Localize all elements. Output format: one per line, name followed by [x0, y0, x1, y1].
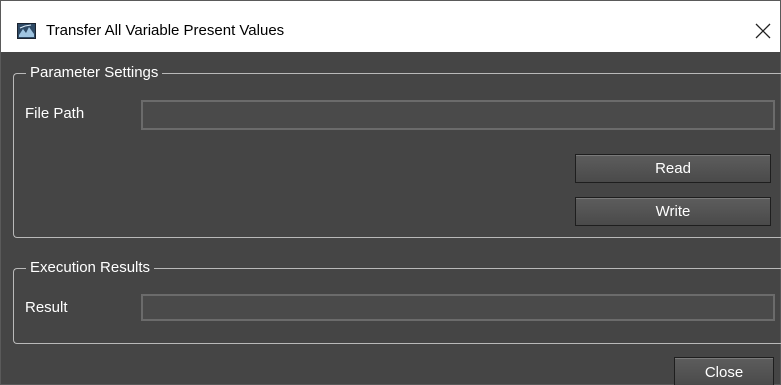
parameter-settings-legend: Parameter Settings [26, 64, 163, 82]
write-button[interactable]: Write [575, 197, 771, 226]
read-button[interactable]: Read [575, 154, 771, 183]
result-field[interactable] [141, 294, 775, 321]
execution-results-legend: Execution Results [26, 259, 155, 277]
execution-results-group: Execution Results Result [13, 259, 781, 344]
title-bar: Transfer All Variable Present Values [1, 1, 780, 52]
read-button-label: Read [655, 160, 691, 177]
result-label: Result [25, 299, 68, 316]
close-icon[interactable] [752, 20, 774, 42]
file-path-label: File Path [25, 105, 85, 122]
write-button-label: Write [655, 203, 691, 220]
close-button-label: Close [704, 363, 744, 381]
file-path-field[interactable] [141, 100, 775, 130]
close-button[interactable]: Close [674, 357, 774, 385]
dialog-window: Transfer All Variable Present Values Par… [0, 0, 781, 385]
window-title: Transfer All Variable Present Values [46, 22, 285, 39]
parameter-settings-group: Parameter Settings File Path Read Write [13, 64, 781, 238]
dialog-body: Parameter Settings File Path Read Write … [1, 52, 781, 385]
app-icon [17, 23, 36, 39]
